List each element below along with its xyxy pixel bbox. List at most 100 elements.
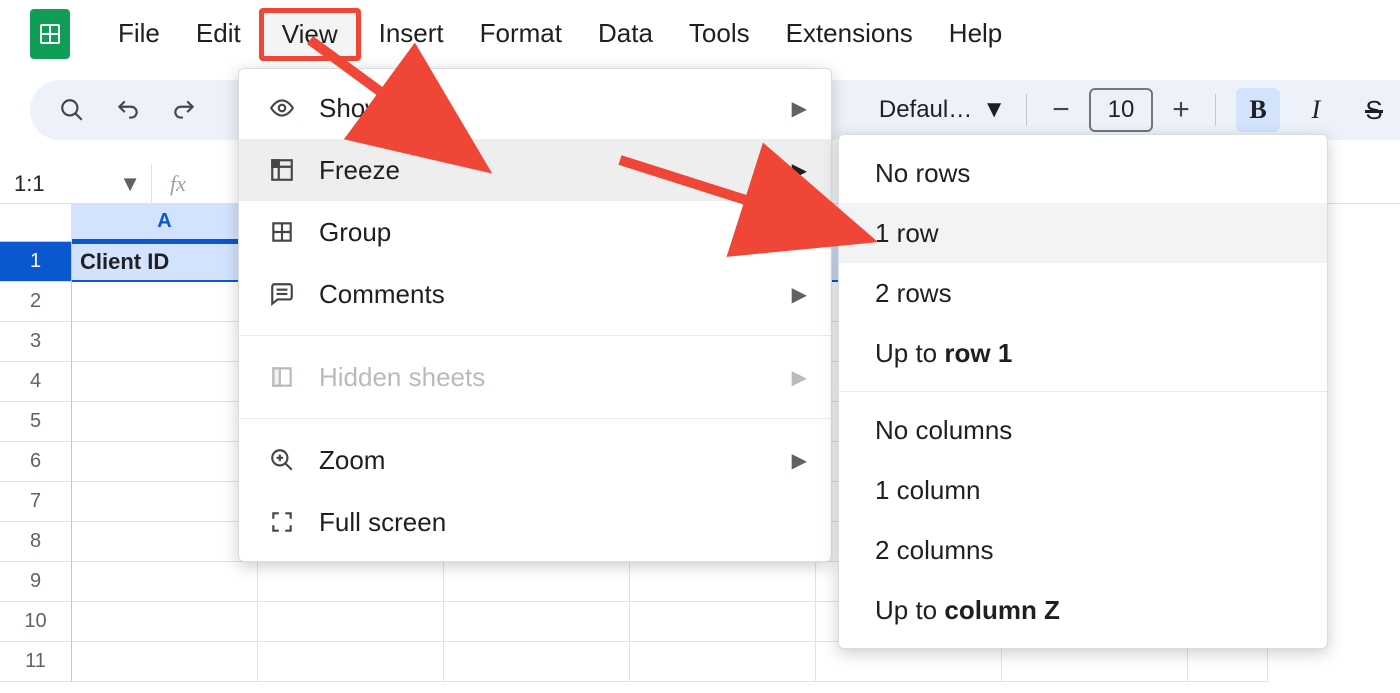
- font-family-label: Defaul…: [879, 96, 972, 124]
- row-head[interactable]: 3: [0, 322, 72, 362]
- freeze-icon: [267, 157, 297, 183]
- freeze-2-columns[interactable]: 2 columns: [839, 520, 1327, 580]
- cell[interactable]: [630, 642, 816, 682]
- menu-format[interactable]: Format: [462, 8, 580, 61]
- hidden-sheets-icon: [267, 364, 297, 390]
- select-all-corner[interactable]: [0, 204, 72, 242]
- cell[interactable]: [444, 602, 630, 642]
- cell-a1[interactable]: Client ID: [72, 242, 258, 282]
- menu-label: Full screen: [319, 507, 446, 538]
- freeze-1-column[interactable]: 1 column: [839, 460, 1327, 520]
- name-box[interactable]: 1:1 ▼: [0, 164, 152, 203]
- freeze-no-rows[interactable]: No rows: [839, 143, 1327, 203]
- cell[interactable]: [72, 642, 258, 682]
- cell[interactable]: [72, 522, 258, 562]
- view-menu-comments[interactable]: Comments ▶: [239, 263, 831, 325]
- menu-label: Show: [319, 93, 384, 124]
- font-size-increase[interactable]: +: [1167, 93, 1195, 127]
- menu-separator: [239, 335, 831, 336]
- menu-file[interactable]: File: [100, 8, 178, 61]
- freeze-2-rows[interactable]: 2 rows: [839, 263, 1327, 323]
- menu-separator: [839, 391, 1327, 392]
- menu-tools[interactable]: Tools: [671, 8, 768, 61]
- cell[interactable]: [630, 562, 816, 602]
- font-size-input[interactable]: 10: [1089, 88, 1153, 132]
- cell[interactable]: [444, 642, 630, 682]
- toolbar-right: Defaul… ▼ − 10 + B I S: [879, 80, 1400, 140]
- fx-icon[interactable]: fx: [170, 171, 186, 197]
- view-menu-zoom[interactable]: Zoom ▶: [239, 429, 831, 491]
- view-menu-freeze[interactable]: Freeze ▶: [239, 139, 831, 201]
- row-head[interactable]: 6: [0, 442, 72, 482]
- row-head[interactable]: 10: [0, 602, 72, 642]
- cell[interactable]: [72, 362, 258, 402]
- freeze-no-columns[interactable]: No columns: [839, 400, 1327, 460]
- label-prefix: Up to: [875, 595, 937, 626]
- row-head[interactable]: 7: [0, 482, 72, 522]
- redo-icon[interactable]: [170, 96, 198, 124]
- cell[interactable]: [72, 442, 258, 482]
- menu-help[interactable]: Help: [931, 8, 1020, 61]
- freeze-upto-column[interactable]: Up to column Z: [839, 580, 1327, 640]
- label-bold: row 1: [944, 338, 1012, 369]
- row-head[interactable]: 9: [0, 562, 72, 602]
- submenu-arrow-icon: ▶: [792, 448, 807, 473]
- row-head[interactable]: 8: [0, 522, 72, 562]
- cell[interactable]: [72, 602, 258, 642]
- caret-down-icon: ▼: [982, 96, 1006, 124]
- menu-label: Hidden sheets: [319, 362, 485, 393]
- freeze-upto-row[interactable]: Up to row 1: [839, 323, 1327, 383]
- caret-down-icon: ▼: [119, 171, 141, 197]
- toolbar-divider: [1215, 94, 1216, 126]
- group-icon: [267, 219, 297, 245]
- cell[interactable]: [258, 562, 444, 602]
- name-box-value: 1:1: [14, 171, 45, 197]
- row-head[interactable]: 5: [0, 402, 72, 442]
- menu-view[interactable]: View: [259, 8, 361, 61]
- freeze-1-row[interactable]: 1 row: [839, 203, 1327, 263]
- cell[interactable]: [72, 402, 258, 442]
- row-head-1[interactable]: 1: [0, 242, 72, 282]
- cell[interactable]: [72, 482, 258, 522]
- eye-icon: [267, 95, 297, 121]
- strikethrough-button[interactable]: S: [1352, 88, 1396, 132]
- menu-data[interactable]: Data: [580, 8, 671, 61]
- menu-label: Zoom: [319, 445, 385, 476]
- freeze-submenu: No rows 1 row 2 rows Up to row 1 No colu…: [838, 134, 1328, 649]
- submenu-arrow-icon: ▶: [792, 220, 807, 245]
- undo-icon[interactable]: [114, 96, 142, 124]
- row-head[interactable]: 4: [0, 362, 72, 402]
- sheets-icon: [38, 22, 62, 46]
- view-menu-full-screen[interactable]: Full screen: [239, 491, 831, 553]
- view-menu-group[interactable]: Group ▶: [239, 201, 831, 263]
- fullscreen-icon: [267, 509, 297, 535]
- menu-items: File Edit View Insert Format Data Tools …: [100, 8, 1020, 61]
- cell[interactable]: [258, 602, 444, 642]
- italic-button[interactable]: I: [1294, 88, 1338, 132]
- row-head[interactable]: 2: [0, 282, 72, 322]
- menu-extensions[interactable]: Extensions: [768, 8, 931, 61]
- cell[interactable]: [72, 562, 258, 602]
- submenu-arrow-icon: ▶: [792, 282, 807, 307]
- menu-insert[interactable]: Insert: [361, 8, 462, 61]
- cell[interactable]: [444, 562, 630, 602]
- cell[interactable]: [630, 602, 816, 642]
- sheets-logo[interactable]: [30, 9, 70, 59]
- menu-label: Group: [319, 217, 391, 248]
- comments-icon: [267, 281, 297, 307]
- view-menu-show[interactable]: Show ▶: [239, 77, 831, 139]
- search-icon[interactable]: [58, 96, 86, 124]
- label-prefix: Up to: [875, 338, 937, 369]
- font-size-decrease[interactable]: −: [1047, 93, 1075, 127]
- cell[interactable]: [72, 282, 258, 322]
- cell[interactable]: [72, 322, 258, 362]
- cell[interactable]: [258, 642, 444, 682]
- menu-edit[interactable]: Edit: [178, 8, 259, 61]
- submenu-arrow-icon: ▶: [792, 158, 807, 183]
- menu-label: Freeze: [319, 155, 400, 186]
- view-menu-dropdown: Show ▶ Freeze ▶ Group ▶ Comments ▶ Hidde…: [238, 68, 832, 562]
- col-head-a[interactable]: A: [72, 204, 258, 242]
- bold-button[interactable]: B: [1236, 88, 1280, 132]
- row-head[interactable]: 11: [0, 642, 72, 682]
- font-family-picker[interactable]: Defaul… ▼: [879, 96, 1006, 124]
